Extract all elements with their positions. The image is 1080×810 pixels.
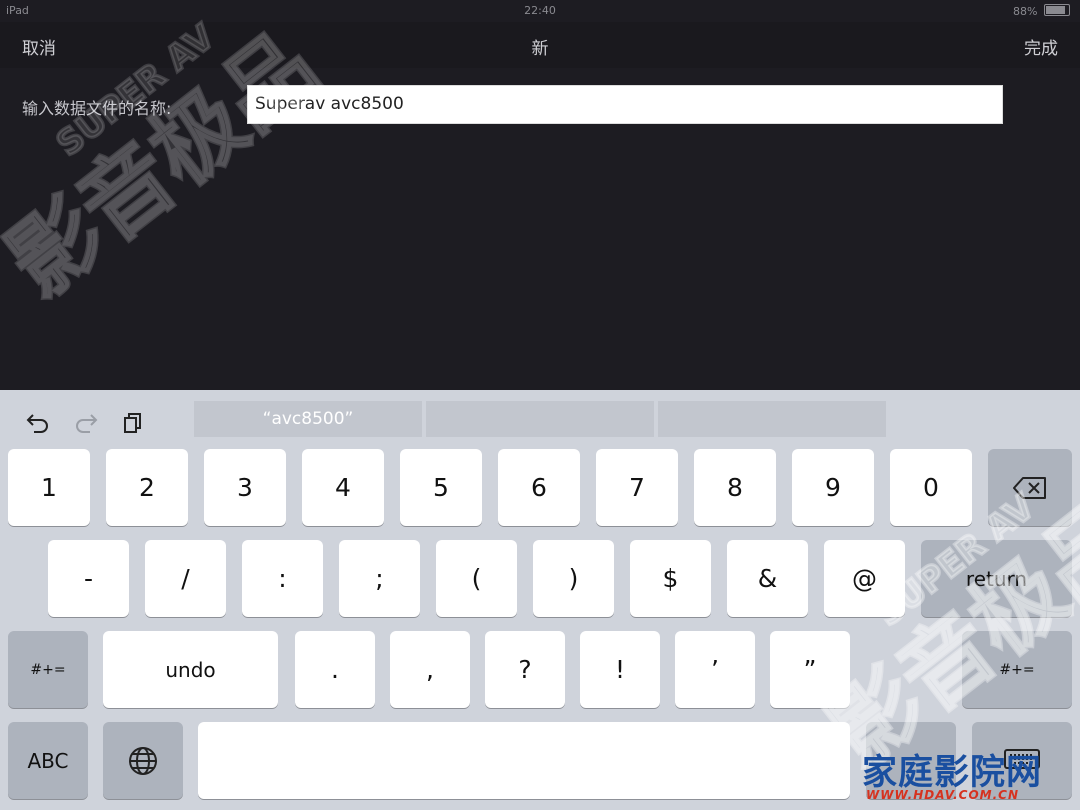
key-quote[interactable]: ” [770, 631, 850, 708]
key-at[interactable]: @ [824, 540, 905, 617]
key-ampersand[interactable]: & [727, 540, 808, 617]
undo-key[interactable]: undo [103, 631, 278, 708]
return-key[interactable]: return [921, 540, 1072, 617]
filename-input[interactable]: Superav avc8500 [247, 85, 1003, 124]
filename-label: 输入数据文件的名称: [22, 99, 172, 118]
key-3[interactable]: 3 [204, 449, 286, 526]
key-colon[interactable]: : [242, 540, 323, 617]
key-slash[interactable]: / [145, 540, 226, 617]
key-2[interactable]: 2 [106, 449, 188, 526]
key-semicolon[interactable]: ; [339, 540, 420, 617]
key-period[interactable]: . [295, 631, 375, 708]
page-title: 新 [531, 39, 549, 59]
key-exclamation[interactable]: ! [580, 631, 660, 708]
status-time: 22:40 [524, 4, 556, 17]
globe-key[interactable] [103, 722, 183, 799]
suggestion-3[interactable] [658, 401, 886, 437]
battery-icon [1044, 4, 1070, 16]
key-dollar[interactable]: $ [630, 540, 711, 617]
key-1[interactable]: 1 [8, 449, 90, 526]
key-0[interactable]: 0 [890, 449, 972, 526]
paste-icon[interactable] [121, 412, 147, 434]
key-5[interactable]: 5 [400, 449, 482, 526]
done-button[interactable]: 完成 [1024, 34, 1058, 59]
brand-url: WWW.HDAV.COM.CN [866, 788, 1020, 802]
undo-arrow-icon[interactable] [24, 412, 50, 434]
key-apostrophe[interactable]: ’ [675, 631, 755, 708]
key-8[interactable]: 8 [694, 449, 776, 526]
symbols-key-left[interactable]: #+= [8, 631, 88, 708]
key-close-paren[interactable]: ) [533, 540, 614, 617]
space-key[interactable] [198, 722, 850, 799]
redo-arrow-icon[interactable] [74, 412, 100, 434]
battery-percent: 88% [1013, 5, 1038, 18]
key-9[interactable]: 9 [792, 449, 874, 526]
navigation-bar: 取消 新 完成 [0, 22, 1080, 68]
suggestion-1[interactable]: “avc8500” [194, 401, 422, 437]
backspace-icon [1013, 476, 1046, 499]
status-bar: iPad 22:40 88% [0, 0, 1080, 22]
key-comma[interactable]: , [390, 631, 470, 708]
suggestion-2[interactable] [426, 401, 654, 437]
key-7[interactable]: 7 [596, 449, 678, 526]
key-6[interactable]: 6 [498, 449, 580, 526]
key-4[interactable]: 4 [302, 449, 384, 526]
key-question[interactable]: ? [485, 631, 565, 708]
symbols-key-right[interactable]: #+= [962, 631, 1072, 708]
abc-key[interactable]: ABC [8, 722, 88, 799]
backspace-key[interactable] [988, 449, 1072, 526]
battery-indicator: 88% [1013, 4, 1070, 18]
key-dash[interactable]: - [48, 540, 129, 617]
globe-icon [129, 746, 157, 775]
key-open-paren[interactable]: ( [436, 540, 517, 617]
